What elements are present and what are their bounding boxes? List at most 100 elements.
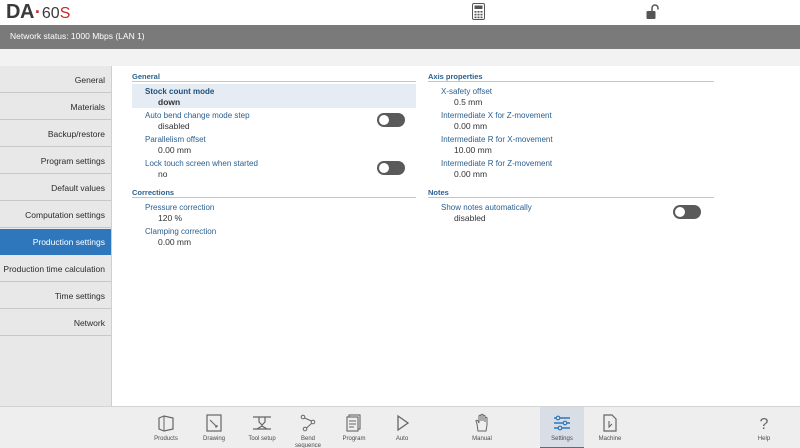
unlock-icon[interactable]	[646, 4, 660, 20]
sidebar-item-program-settings[interactable]: Program settings	[0, 148, 111, 174]
setting-intermediate-r-x[interactable]: Intermediate R for X-movement 10.00 mm	[428, 132, 712, 156]
sidebar-item-backup-restore[interactable]: Backup/restore	[0, 121, 111, 147]
setting-pressure-correction[interactable]: Pressure correction 120 %	[132, 200, 416, 224]
setting-label: Show notes automatically	[441, 203, 532, 212]
toggle-knob	[379, 115, 389, 125]
toggle-knob	[675, 207, 685, 217]
nav-label: Machine	[598, 436, 622, 442]
nav-manual[interactable]: Manual	[460, 407, 504, 448]
setting-intermediate-r-z[interactable]: Intermediate R for Z-movement 0.00 mm	[428, 156, 712, 180]
lock-touch-screen-toggle[interactable]	[377, 161, 405, 175]
sidebar: General Materials Backup/restore Program…	[0, 66, 112, 406]
header: DA · 60S	[0, 0, 800, 25]
settings-list-icon	[554, 415, 570, 431]
setting-value: disabled	[454, 213, 486, 223]
nav-label-bend: Bend sequence	[286, 436, 330, 448]
setting-label: Intermediate R for X-movement	[441, 135, 553, 144]
section-divider	[132, 197, 416, 198]
nav-products[interactable]: Products	[144, 407, 188, 448]
nav-auto[interactable]: Auto	[380, 407, 424, 448]
setting-value: 0.00 mm	[158, 237, 192, 247]
nav-label-line2: sequence	[294, 442, 322, 448]
nav-label: Settings	[551, 436, 573, 442]
logo-model-suffix: S	[59, 5, 71, 22]
nav-label: Manual	[472, 436, 492, 442]
nav-label: Help	[757, 436, 771, 442]
setting-label: Pressure correction	[145, 203, 215, 212]
setting-label: Lock touch screen when started	[145, 159, 258, 168]
toggle-knob	[379, 163, 389, 173]
logo-model: 60S	[42, 5, 70, 23]
calculator-icon[interactable]	[472, 3, 485, 20]
setting-value: disabled	[158, 121, 190, 131]
nav-label-line1: Bend	[300, 436, 315, 442]
svg-text:?: ?	[760, 416, 769, 433]
top-gap	[0, 49, 800, 66]
section-title-axis-properties: Axis properties	[428, 72, 483, 81]
setting-lock-touch-screen[interactable]: Lock touch screen when started no	[132, 156, 416, 180]
drawing-icon	[206, 414, 222, 432]
setting-value: 0.00 mm	[454, 121, 488, 131]
auto-bend-change-toggle[interactable]	[377, 113, 405, 127]
nav-program[interactable]: Program	[332, 407, 376, 448]
nav-label: Products	[154, 436, 178, 442]
section-divider	[132, 81, 416, 82]
nav-settings[interactable]: Settings	[540, 407, 584, 448]
logo-da: DA	[6, 1, 34, 23]
nav-label: Auto	[395, 436, 409, 442]
nav-tool-setup[interactable]: Tool setup	[240, 407, 284, 448]
setting-value: 0.00 mm	[158, 145, 192, 155]
machine-icon	[603, 414, 617, 432]
nav-label: Program	[342, 436, 366, 442]
section-divider	[428, 197, 714, 198]
tool-setup-icon	[253, 416, 271, 430]
setting-label: Parallelism offset	[145, 135, 206, 144]
setting-value: 0.00 mm	[454, 169, 488, 179]
setting-show-notes-automatically[interactable]: Show notes automatically disabled	[428, 200, 714, 224]
section-title-corrections: Corrections	[132, 188, 175, 197]
setting-x-safety-offset[interactable]: X-safety offset 0.5 mm	[428, 84, 712, 108]
nav-label: Tool setup	[248, 436, 276, 442]
setting-parallelism-offset[interactable]: Parallelism offset 0.00 mm	[132, 132, 416, 156]
sidebar-item-computation-settings[interactable]: Computation settings	[0, 202, 111, 228]
nav-drawing[interactable]: Drawing	[192, 407, 236, 448]
setting-intermediate-x-z[interactable]: Intermediate X for Z-movement 0.00 mm	[428, 108, 712, 132]
setting-label: Clamping correction	[145, 227, 217, 236]
setting-value: no	[158, 169, 168, 179]
setting-stock-count-mode[interactable]: Stock count mode down	[132, 84, 416, 108]
show-notes-toggle[interactable]	[673, 205, 701, 219]
setting-label: Auto bend change mode step	[145, 111, 250, 120]
section-divider	[428, 81, 714, 82]
play-icon	[397, 414, 410, 432]
section-title-notes: Notes	[428, 188, 449, 197]
setting-value: 0.5 mm	[454, 97, 483, 107]
sidebar-item-general[interactable]: General	[0, 67, 111, 93]
nav-machine[interactable]: Machine	[588, 407, 632, 448]
sidebar-item-network[interactable]: Network	[0, 310, 111, 336]
setting-label: Intermediate R for Z-movement	[441, 159, 553, 168]
help-icon: ?	[760, 416, 769, 433]
setting-label: Intermediate X for Z-movement	[441, 111, 552, 120]
setting-value: 120 %	[158, 213, 183, 223]
setting-clamping-correction[interactable]: Clamping correction 0.00 mm	[132, 224, 416, 248]
section-title-general: General	[132, 72, 160, 81]
nav-help[interactable]: ? Help	[742, 407, 786, 448]
sidebar-item-time-settings[interactable]: Time settings	[0, 283, 111, 309]
sidebar-item-production-settings[interactable]: Production settings	[0, 229, 111, 255]
nav-label: Drawing	[202, 436, 225, 442]
program-icon	[346, 414, 361, 432]
sidebar-item-production-time-calculation[interactable]: Production time calculation	[0, 256, 111, 282]
nav-bend-sequence[interactable]: Bend sequence	[286, 407, 330, 448]
products-icon	[158, 415, 174, 432]
status-bar: Network status: 1000 Mbps (LAN 1)	[0, 25, 800, 49]
hand-icon	[475, 413, 488, 432]
network-status: Network status: 1000 Mbps (LAN 1)	[10, 31, 145, 41]
brand-logo: DA · 60S	[6, 1, 70, 23]
settings-panel: General Stock count mode down Auto bend …	[112, 66, 800, 406]
sidebar-item-materials[interactable]: Materials	[0, 94, 111, 120]
setting-auto-bend-change-mode-step[interactable]: Auto bend change mode step disabled	[132, 108, 416, 132]
setting-value: down	[158, 97, 181, 107]
sidebar-item-default-values[interactable]: Default values	[0, 175, 111, 201]
bend-sequence-icon	[300, 414, 316, 432]
logo-dot: ·	[34, 2, 41, 22]
